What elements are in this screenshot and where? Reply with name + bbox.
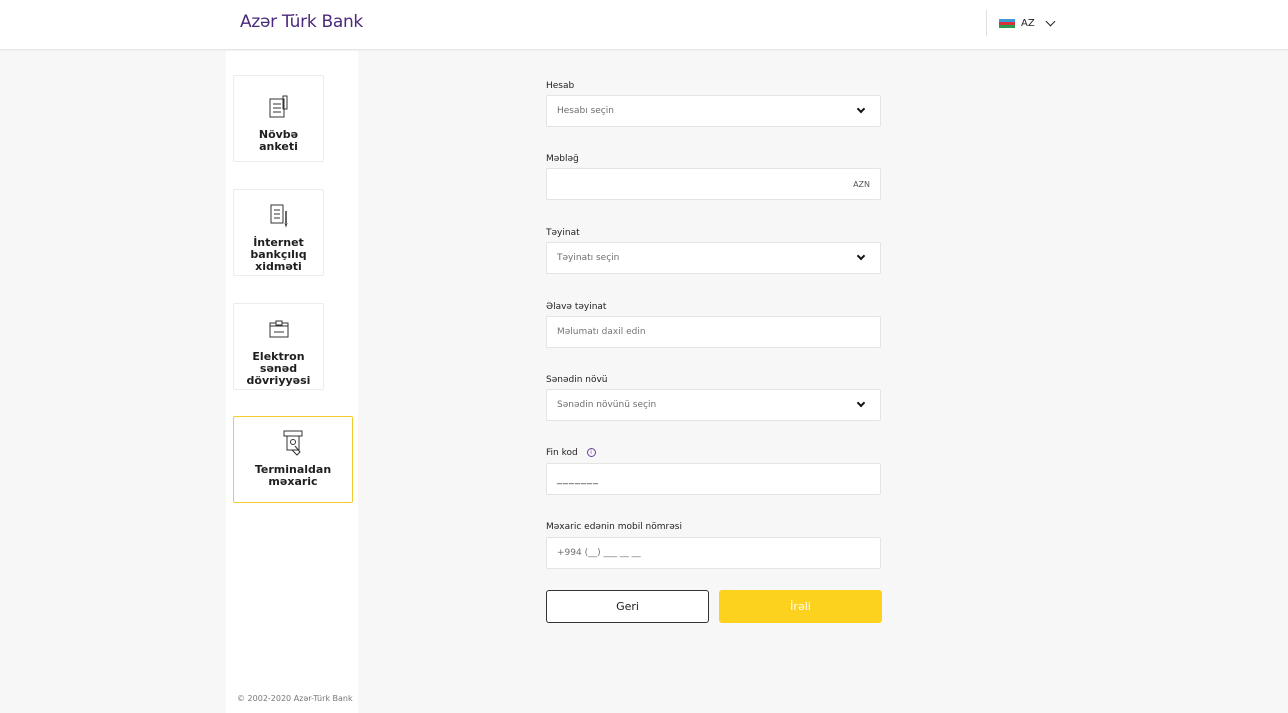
language-selector[interactable]: AZ [986, 10, 1056, 36]
form-icon [269, 95, 287, 118]
account-select[interactable]: Hesabı seçin [546, 95, 881, 127]
chevron-down-icon [856, 251, 866, 261]
account-label: Hesab [546, 81, 575, 91]
sidebar-item-label: Terminaldan məxaric [254, 463, 332, 488]
fin-code-label-row: Fin kod i [546, 448, 596, 458]
sidebar-item-terminal-withdrawal[interactable]: Terminaldan məxaric [233, 416, 353, 503]
purpose-label: Təyinat [546, 228, 580, 238]
doc-type-label: Sənədin növü [546, 375, 608, 385]
atm-withdraw-icon [283, 430, 303, 456]
language-code: AZ [1021, 17, 1035, 29]
fin-code-mask: _______ [557, 473, 599, 485]
amount-field[interactable]: AZN [546, 168, 881, 200]
fin-code-label: Fin kod [546, 448, 578, 458]
top-header: Azər Türk Bank AZ [0, 0, 1288, 50]
info-icon[interactable]: i [586, 448, 596, 457]
amount-input[interactable] [557, 179, 854, 189]
chevron-down-icon [1045, 16, 1056, 26]
sidebar-item-internet-banking[interactable]: İnternet bankçılıq xidməti [233, 189, 324, 276]
sidebar-item-label: Elektron sənəd dövriyyəsi [246, 350, 311, 387]
amount-label: Məbləğ [546, 154, 579, 164]
azerbaijan-flag-icon [999, 18, 1015, 28]
doc-type-placeholder: Sənədin növünü seçin [557, 400, 657, 410]
copyright-text: © 2002-2020 Azər-Türk Bank [237, 694, 353, 703]
purpose-select[interactable]: Təyinatı seçin [546, 242, 881, 274]
chevron-down-icon [856, 398, 866, 408]
sidebar: Növbə anketi İnternet bankçılıq xidməti … [226, 51, 358, 713]
currency-suffix: AZN [853, 179, 870, 189]
sidebar-item-label: Növbə anketi [258, 128, 299, 153]
account-placeholder: Hesabı seçin [557, 106, 614, 116]
back-button[interactable]: Geri [546, 590, 709, 623]
purpose-placeholder: Təyinatı seçin [557, 253, 620, 263]
sidebar-item-queue-form[interactable]: Növbə anketi [233, 75, 324, 162]
chevron-down-icon [856, 104, 866, 114]
extra-purpose-input[interactable] [557, 327, 870, 337]
extra-purpose-label: Əlavə təyinat [546, 302, 607, 312]
extra-purpose-field[interactable] [546, 316, 881, 348]
bank-logo[interactable]: Azər Türk Bank [240, 12, 363, 32]
mobile-field[interactable]: +994 (__) ___ __ __ [546, 537, 881, 569]
fin-code-field[interactable]: _______ [546, 463, 881, 495]
document-pen-icon [270, 204, 287, 228]
doc-type-select[interactable]: Sənədin növünü seçin [546, 389, 881, 421]
next-button[interactable]: İrəli [719, 590, 882, 623]
sidebar-item-e-document[interactable]: Elektron sənəd dövriyyəsi [233, 303, 324, 390]
sidebar-item-label: İnternet bankçılıq xidməti [250, 236, 307, 273]
mobile-label: Məxaric edənin mobil nömrəsi [546, 522, 682, 532]
card-reader-icon [269, 320, 288, 338]
mobile-mask: +994 (__) ___ __ __ [557, 548, 641, 558]
